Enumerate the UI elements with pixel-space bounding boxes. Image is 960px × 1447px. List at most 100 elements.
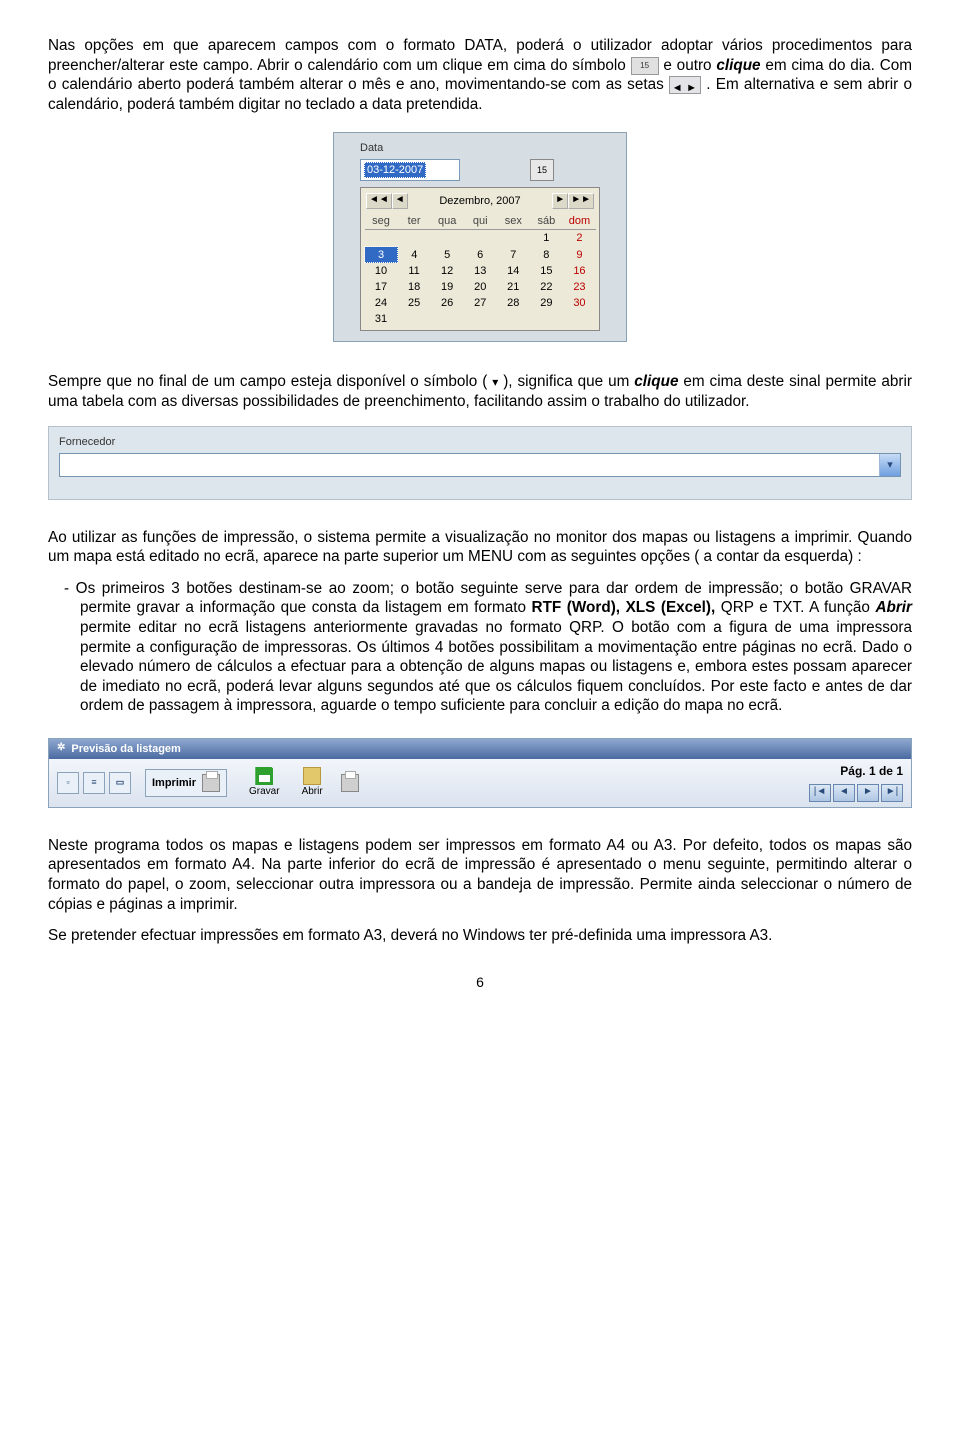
prev-page-button[interactable]: ◄ [833, 784, 855, 802]
calendar-widget: Data 03-12-2007 15 ◄◄ ◄ Dezembro, 2007 ►… [333, 132, 627, 342]
dow-qui: qui [464, 213, 497, 230]
page-number: 6 [48, 974, 912, 992]
cal-cell[interactable]: 15 [530, 263, 563, 280]
cal-cell[interactable] [398, 311, 431, 327]
cal-cell[interactable]: 4 [398, 247, 431, 263]
save-icon[interactable] [255, 767, 273, 785]
cal-cell[interactable]: 10 [365, 263, 398, 280]
p2-clique: clique [634, 373, 678, 390]
paragraph-4a: Neste programa todos os mapas e listagen… [48, 836, 912, 914]
dow-dom: dom [563, 213, 596, 230]
cal-cell[interactable]: 12 [431, 263, 464, 280]
cal-cell[interactable] [497, 311, 530, 327]
cal-cell[interactable]: 8 [530, 247, 563, 263]
dow-ter: ter [398, 213, 431, 230]
date-value: 03-12-2007 [364, 162, 426, 178]
print-button[interactable]: Imprimir [145, 769, 227, 797]
cal-cell[interactable] [563, 311, 596, 327]
paragraph-1: Nas opções em que aparecem campos com o … [48, 36, 912, 114]
cal-cell[interactable]: 17 [365, 279, 398, 295]
cal-cell[interactable]: 29 [530, 295, 563, 311]
cal-cell[interactable]: 7 [497, 247, 530, 263]
cal-cell[interactable] [464, 311, 497, 327]
first-page-button[interactable]: |◄ [809, 784, 831, 802]
cal-cell[interactable]: 28 [497, 295, 530, 311]
next-month-button[interactable]: ► [552, 193, 568, 209]
zoom-100-button[interactable]: ▭ [109, 772, 131, 794]
cal-cell[interactable]: 5 [431, 247, 464, 263]
fornecedor-input[interactable]: ▾ [59, 453, 901, 477]
p2-text-1: Sempre que no final de um campo esteja d… [48, 373, 487, 390]
cal-cell[interactable]: 18 [398, 279, 431, 295]
cal-cell[interactable]: 23 [563, 279, 596, 295]
paragraph-2: Sempre que no final de um campo esteja d… [48, 372, 912, 411]
cal-cell[interactable]: 20 [464, 279, 497, 295]
dropdown-arrow-icon: ▾ [492, 375, 498, 389]
cal-cell[interactable] [431, 311, 464, 327]
calendar-15-icon: 15 [537, 165, 547, 177]
calendar-label: Data [360, 141, 616, 155]
b-bold-2: Abrir [875, 599, 912, 616]
open-calendar-button[interactable]: 15 [530, 159, 554, 181]
open-label: Abrir [302, 786, 323, 799]
next-page-button[interactable]: ► [857, 784, 879, 802]
prev-year-button[interactable]: ◄◄ [366, 193, 392, 209]
preview-titlebar: ✲ Previsão da listagem [49, 739, 911, 759]
dow-sab: sáb [530, 213, 563, 230]
printer-config-icon[interactable] [341, 774, 359, 792]
cal-cell[interactable]: 2 [563, 230, 596, 247]
cal-cell[interactable]: 13 [464, 263, 497, 280]
cal-row: 1 2 [365, 230, 597, 247]
cal-row: 31 [365, 311, 597, 327]
zoom-page-width-button[interactable]: ≡ [83, 772, 105, 794]
date-input[interactable]: 03-12-2007 [360, 159, 460, 181]
cal-cell[interactable]: 25 [398, 295, 431, 311]
cal-cell[interactable] [530, 311, 563, 327]
cal-cell[interactable]: 21 [497, 279, 530, 295]
zoom-whole-page-button[interactable]: ▫ [57, 772, 79, 794]
p2-text-2: ), significa que um [503, 373, 634, 390]
dow-sex: sex [497, 213, 530, 230]
p1-text-2: e outro [663, 57, 716, 74]
cal-cell[interactable]: 31 [365, 311, 398, 327]
cal-cell[interactable]: 30 [563, 295, 596, 311]
cal-row: 17 18 19 20 21 22 23 [365, 279, 597, 295]
cal-cell[interactable] [398, 230, 431, 247]
cal-cell[interactable]: 6 [464, 247, 497, 263]
prev-month-button[interactable]: ◄ [392, 193, 408, 209]
dow-seg: seg [365, 213, 398, 230]
cal-cell[interactable]: 14 [497, 263, 530, 280]
preview-title: Previsão da listagem [71, 742, 180, 756]
month-arrows-icon: ◄► [669, 76, 701, 94]
pager-label: Pág. 1 de 1 [840, 764, 903, 779]
cal-cell[interactable]: 11 [398, 263, 431, 280]
calendar-popup: ◄◄ ◄ Dezembro, 2007 ► ►► seg ter qua qui… [360, 187, 600, 331]
cal-cell[interactable]: 16 [563, 263, 596, 280]
cal-cell[interactable] [464, 230, 497, 247]
last-page-button[interactable]: ►| [881, 784, 903, 802]
cal-row: 10 11 12 13 14 15 16 [365, 263, 597, 280]
cal-cell[interactable] [365, 230, 398, 247]
next-year-button[interactable]: ►► [568, 193, 594, 209]
cal-cell[interactable]: 27 [464, 295, 497, 311]
cal-cell[interactable]: 19 [431, 279, 464, 295]
p1-clique: clique [716, 57, 760, 74]
cal-cell[interactable]: 9 [563, 247, 596, 263]
calendar-grid: seg ter qua qui sex sáb dom 1 2 3 4 5 [364, 213, 596, 327]
cal-cell[interactable]: 26 [431, 295, 464, 311]
save-label: Gravar [249, 786, 280, 799]
cal-cell[interactable] [431, 230, 464, 247]
cal-cell[interactable] [497, 230, 530, 247]
gear-icon: ✲ [57, 742, 65, 755]
fornecedor-dropdown-button[interactable]: ▾ [879, 454, 900, 476]
b-text-2: QRP e TXT. A função [721, 599, 876, 616]
cal-cell[interactable]: 24 [365, 295, 398, 311]
open-icon[interactable] [303, 767, 321, 785]
b-text-3: permite editar no ecrã listagens anterio… [80, 619, 912, 714]
cal-cell-selected[interactable]: 3 [365, 247, 398, 263]
calendar-title: Dezembro, 2007 [408, 194, 553, 208]
cal-cell[interactable]: 22 [530, 279, 563, 295]
calendar-icon: 15 [631, 57, 659, 75]
cal-cell[interactable]: 1 [530, 230, 563, 247]
print-label: Imprimir [152, 776, 196, 790]
